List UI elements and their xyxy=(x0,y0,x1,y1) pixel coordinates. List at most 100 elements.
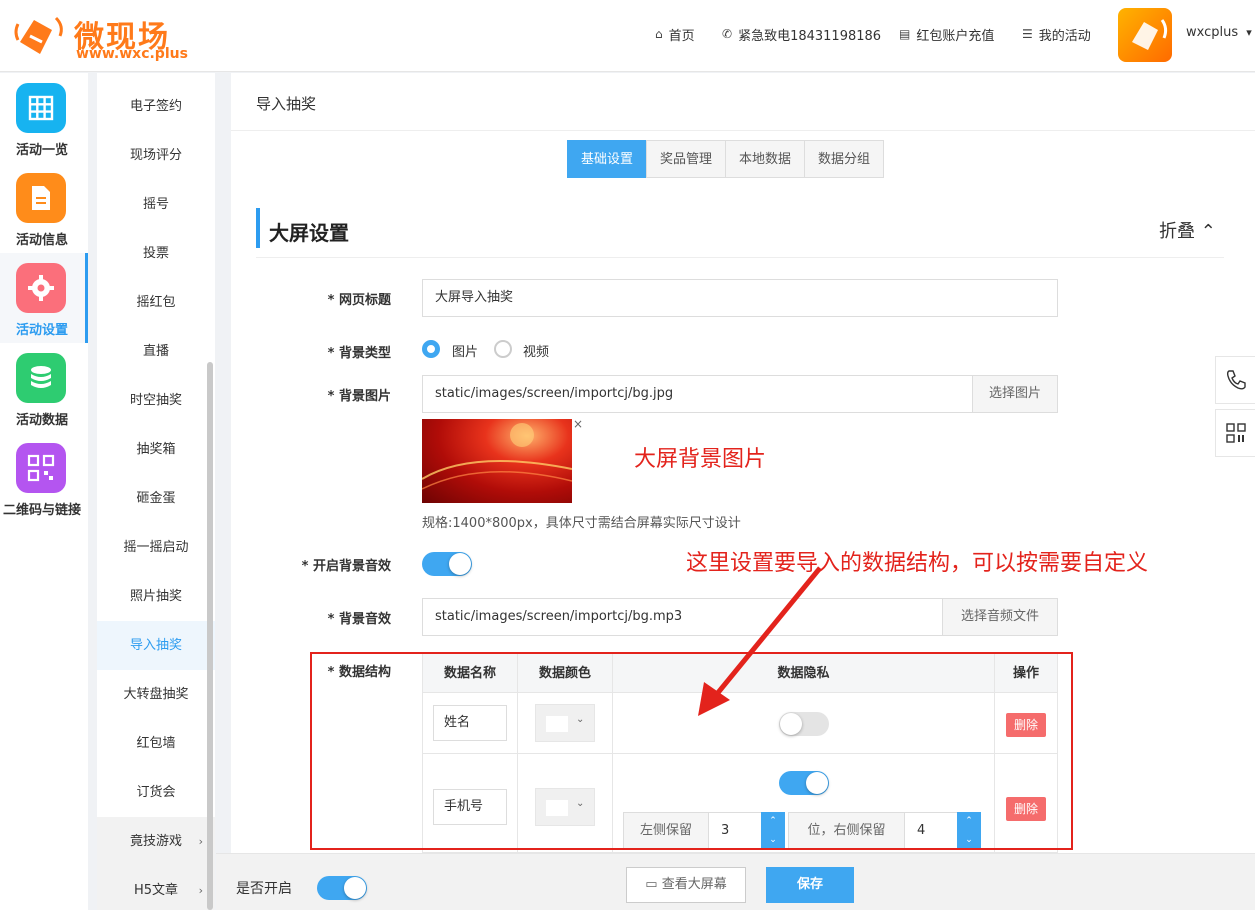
bg-sound-toggle[interactable] xyxy=(422,552,472,576)
bg-image-thumbnail xyxy=(422,419,572,503)
gear-icon xyxy=(16,263,66,313)
chevron-right-icon: › xyxy=(198,835,203,848)
phone-icon: ✆ xyxy=(722,27,733,41)
divider xyxy=(256,257,1224,258)
nav-recharge-label: 红包账户充值 xyxy=(916,28,995,44)
subnav-group-label: H5文章 xyxy=(133,883,179,898)
section-title: 大屏设置 xyxy=(269,221,349,245)
bg-sound-input[interactable]: static/images/screen/importcj/bg.mp3 xyxy=(422,598,943,636)
qrcode-float-button[interactable] xyxy=(1215,409,1255,457)
qrcode-icon xyxy=(16,443,66,493)
subnav-item[interactable]: 抽奖箱 xyxy=(97,425,215,474)
nav-home-label: 首页 xyxy=(668,28,695,44)
page-title-label: * 网页标题 xyxy=(327,293,391,308)
sidebar-item-label: 活动一览 xyxy=(15,143,68,158)
wallet-icon: ▤ xyxy=(899,27,911,41)
bg-sound-label: * 背景音效 xyxy=(327,612,391,627)
divider xyxy=(231,130,1255,131)
annotation-bg-image: 大屏背景图片 xyxy=(634,447,767,472)
bg-image-label: * 背景图片 xyxy=(327,389,391,404)
tab-data-groups[interactable]: 数据分组 xyxy=(804,140,885,178)
nav-activities-label: 我的活动 xyxy=(1038,28,1091,44)
subnav-group-games[interactable]: 竟技游戏 › xyxy=(97,817,215,866)
user-menu[interactable]: wxcplus ▾ xyxy=(1186,25,1252,40)
subnav-item[interactable]: 大转盘抽奖 xyxy=(97,670,215,719)
nav-emergency-call[interactable]: ✆ 紧急致电18431198186 xyxy=(722,24,881,44)
subnav-item-import-lottery[interactable]: 导入抽奖 xyxy=(97,621,215,670)
list-icon: ☰ xyxy=(1022,27,1033,41)
radio-video[interactable] xyxy=(494,340,512,358)
enable-label: 是否开启 xyxy=(236,881,292,897)
nav-recharge[interactable]: ▤ 红包账户充值 xyxy=(899,24,994,44)
chevron-right-icon: › xyxy=(198,884,203,897)
subnav-item[interactable]: 摇红包 xyxy=(97,278,215,327)
subnav-item[interactable]: 摇号 xyxy=(97,180,215,229)
database-icon xyxy=(16,353,66,403)
sidebar-item-activity-list[interactable]: 活动一览 xyxy=(0,73,88,163)
subnav-item[interactable]: 摇一摇启动 xyxy=(97,523,215,572)
logo[interactable]: 微现场 www.wxc.plus xyxy=(12,10,202,64)
subnav-scrollbar[interactable] xyxy=(207,362,213,910)
breadcrumb: 导入抽奖 xyxy=(256,95,317,113)
subnav-item[interactable]: 电子签约 xyxy=(97,82,215,131)
secondary-sidebar: 电子签约 现场评分 摇号 投票 摇红包 直播 时空抽奖 抽奖箱 砸金蛋 摇一摇启… xyxy=(97,73,215,910)
subnav-item[interactable]: 红包墙 xyxy=(97,719,215,768)
bg-image-input[interactable]: static/images/screen/importcj/bg.jpg xyxy=(422,375,973,413)
home-icon: ⌂ xyxy=(655,27,663,41)
subnav-group-h5[interactable]: H5文章 › xyxy=(97,866,215,910)
tab-basic-settings[interactable]: 基础设置 xyxy=(567,140,648,178)
footer-bar: 是否开启 ▭ 查看大屏幕 保存 xyxy=(216,853,1255,910)
nav-my-activities[interactable]: ☰ 我的活动 xyxy=(1022,24,1091,44)
close-icon[interactable]: × xyxy=(573,417,583,431)
nav-call-label: 紧急致电18431198186 xyxy=(738,28,882,44)
contact-phone-button[interactable] xyxy=(1215,356,1255,404)
sidebar-item-label: 活动数据 xyxy=(15,413,68,428)
sidebar-item-activity-settings[interactable]: 活动设置 xyxy=(0,253,88,343)
toggle-knob xyxy=(344,877,366,899)
subnav-item[interactable]: 直播 xyxy=(97,327,215,376)
sidebar-item-label: 活动信息 xyxy=(15,233,68,248)
radio-video-label: 视频 xyxy=(523,345,550,360)
bg-sound-toggle-label: * 开启背景音效 xyxy=(301,559,391,574)
radio-image-label: 图片 xyxy=(452,345,479,360)
tab-local-data[interactable]: 本地数据 xyxy=(725,140,806,178)
subnav-item[interactable]: 订货会 xyxy=(97,768,215,817)
primary-sidebar: 活动一览 活动信息 活动设置 活动数据 二维码与链接 xyxy=(0,73,88,910)
nav-home[interactable]: ⌂ 首页 xyxy=(655,24,695,44)
sidebar-item-label: 二维码与链接 xyxy=(2,503,81,518)
chevron-down-icon: ▾ xyxy=(1246,26,1252,39)
avatar-logo-icon xyxy=(1132,19,1168,50)
top-header: 微现场 www.wxc.plus ⌂ 首页 ✆ 紧急致电18431198186 … xyxy=(0,0,1255,72)
sidebar-item-activity-data[interactable]: 活动数据 xyxy=(0,343,88,433)
choose-audio-button[interactable]: 选择音频文件 xyxy=(942,598,1058,636)
subnav-item[interactable]: 照片抽奖 xyxy=(97,572,215,621)
tab-bar: 基础设置 奖品管理 本地数据 数据分组 xyxy=(567,140,885,178)
subnav-item[interactable]: 现场评分 xyxy=(97,131,215,180)
choose-image-button[interactable]: 选择图片 xyxy=(972,375,1058,413)
section-accent xyxy=(256,208,260,248)
sidebar-item-activity-info[interactable]: 活动信息 xyxy=(0,163,88,253)
user-name: wxcplus xyxy=(1186,25,1239,40)
qrcode-icon xyxy=(1225,423,1246,443)
document-icon xyxy=(16,173,66,223)
subnav-item[interactable]: 投票 xyxy=(97,229,215,278)
enable-toggle[interactable] xyxy=(317,876,367,900)
grid-icon xyxy=(16,83,66,133)
sidebar-item-label: 活动设置 xyxy=(15,323,68,338)
bg-image-hint: 规格:1400*800px，具体尺寸需结合屏幕实际尺寸设计 xyxy=(422,516,741,531)
radio-image[interactable] xyxy=(422,340,440,358)
sidebar-item-qrcode[interactable]: 二维码与链接 xyxy=(0,433,88,523)
subnav-item[interactable]: 砸金蛋 xyxy=(97,474,215,523)
save-button[interactable]: 保存 xyxy=(766,867,854,903)
logo-url: www.wxc.plus xyxy=(76,46,188,62)
collapse-button[interactable]: 折叠 ⌃ xyxy=(1159,217,1216,243)
avatar[interactable] xyxy=(1118,8,1172,62)
preview-screen-button[interactable]: ▭ 查看大屏幕 xyxy=(626,867,746,903)
page-title-input[interactable]: 大屏导入抽奖 xyxy=(422,279,1058,317)
phone-icon xyxy=(1226,370,1246,390)
subnav-item[interactable]: 时空抽奖 xyxy=(97,376,215,425)
logo-icon xyxy=(14,16,63,54)
bg-type-label: * 背景类型 xyxy=(327,346,391,361)
tab-prize-management[interactable]: 奖品管理 xyxy=(646,140,727,178)
annotation-arrow-icon xyxy=(698,566,822,716)
